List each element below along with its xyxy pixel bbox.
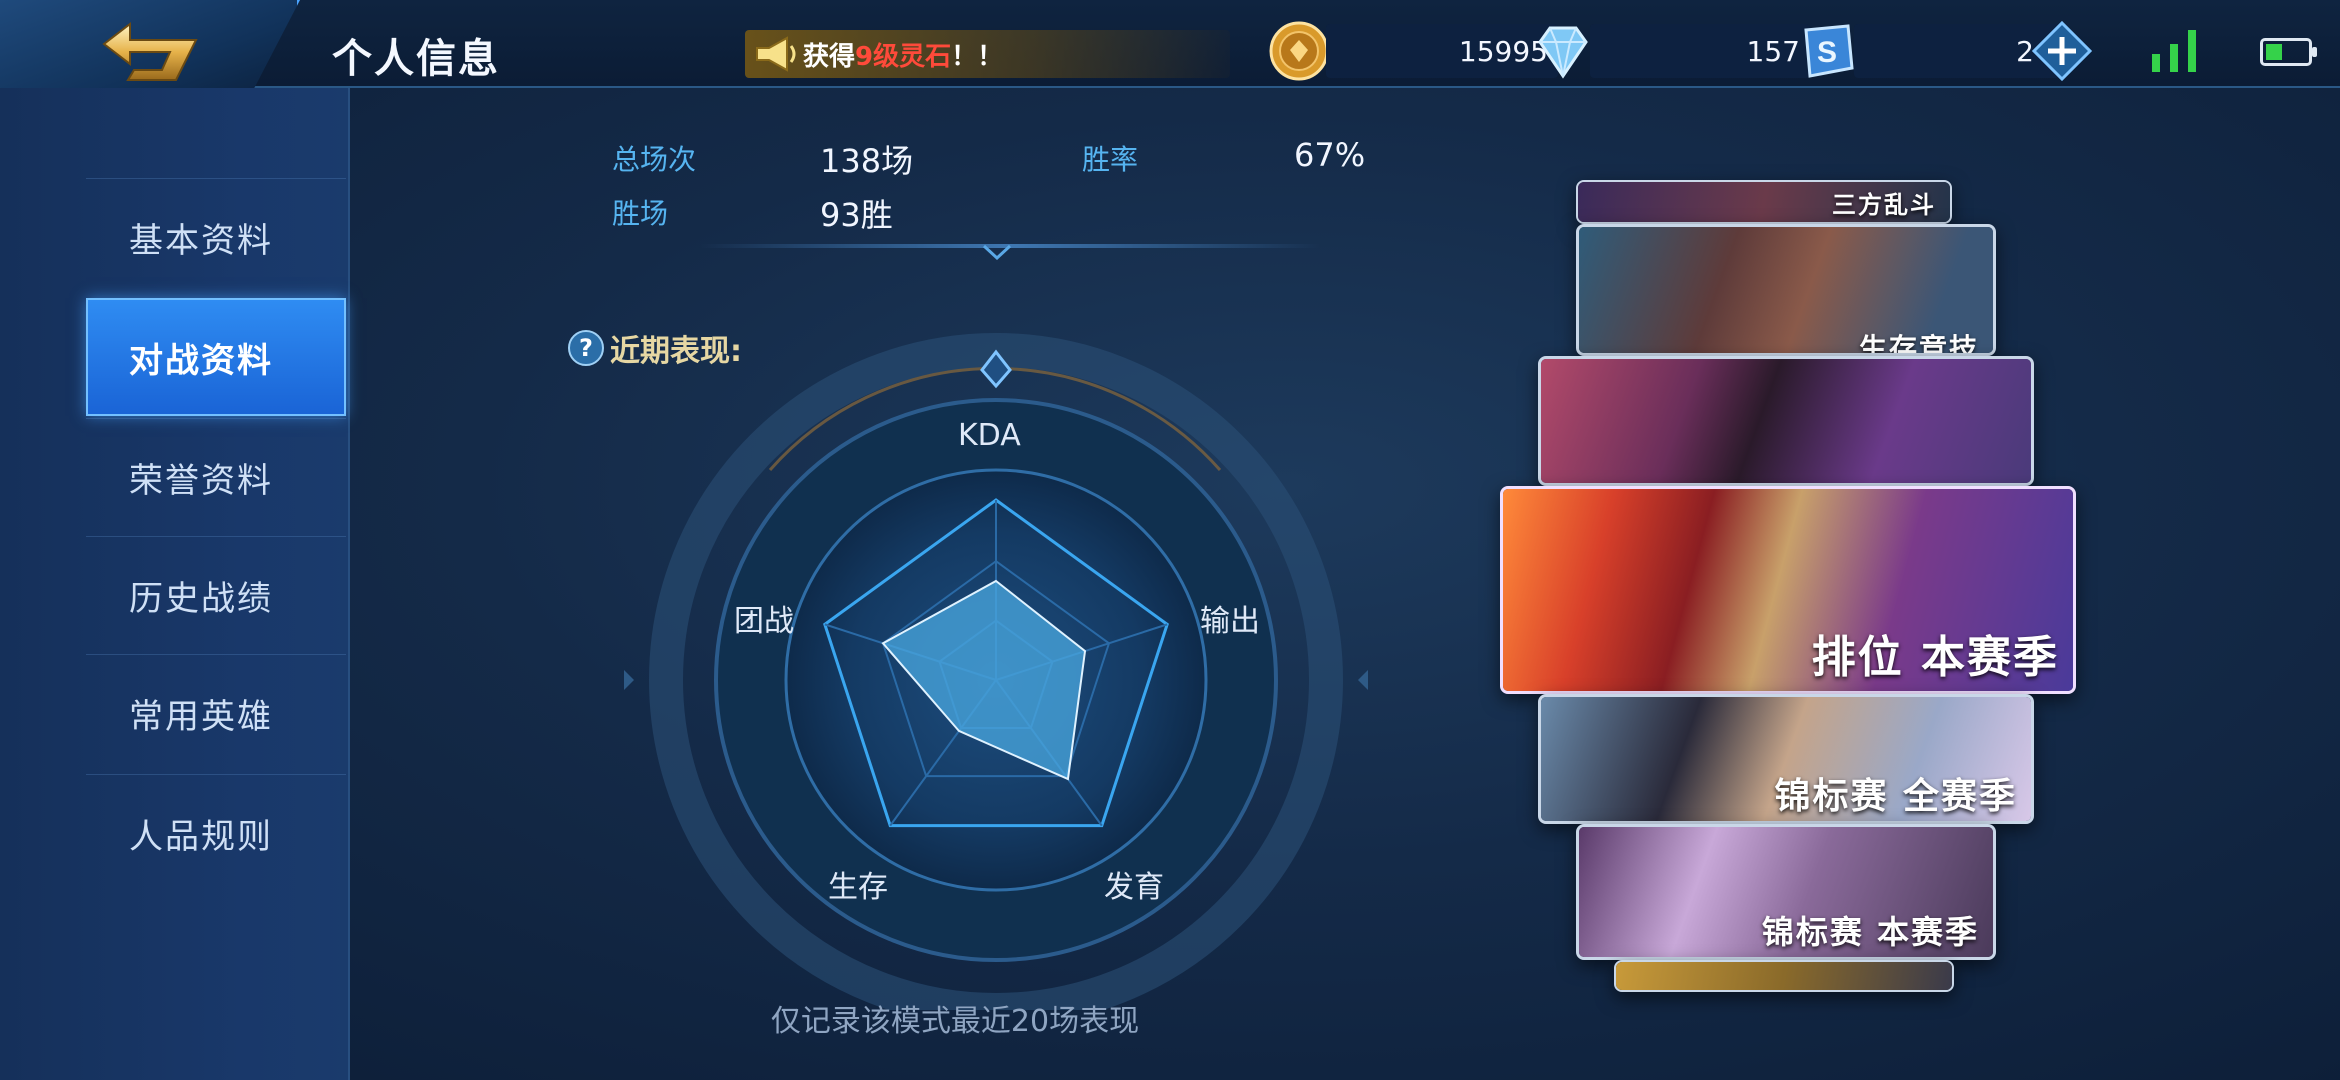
notice-banner[interactable]: 获得 9级灵石 ！！ <box>745 30 1230 78</box>
sidebar-item-label: 常用英雄 <box>129 697 273 737</box>
sidebar-item-label: 荣誉资料 <box>129 461 273 501</box>
page-title: 个人信息 <box>332 36 500 82</box>
notice-text-highlight: 9级灵石 <box>855 41 952 72</box>
wins-value: 93胜 <box>820 196 893 234</box>
total-matches-label: 总场次 <box>612 143 697 176</box>
sidebar-item-label: 历史战绩 <box>129 579 273 619</box>
wins-label: 胜场 <box>612 197 669 230</box>
svg-text:S: S <box>1817 36 1837 69</box>
mode-card-label: 三方乱斗 <box>1832 191 1936 219</box>
notice-text-after: ！！ <box>951 41 1004 72</box>
sidebar-item-battle-info[interactable]: 对战资料 <box>86 298 346 416</box>
gold-currency: 15995 <box>1268 21 1558 81</box>
radar-label-teamfight: 团战 <box>734 604 794 639</box>
mode-card-3[interactable] <box>1538 356 2034 486</box>
total-matches-value: 138场 <box>820 142 914 180</box>
sidebar-item-label: 基本资料 <box>129 221 273 261</box>
chevron-left-icon[interactable] <box>624 670 634 690</box>
radar-label-kda: KDA <box>958 418 1021 453</box>
radar-label-growth: 发育 <box>1104 870 1164 905</box>
radar-label-survival: 生存 <box>828 870 888 905</box>
sidebar-item-credit-rules[interactable]: 人品规则 <box>86 774 346 892</box>
coupon-amount: 2 <box>1854 24 2060 78</box>
mode-card-label: 生存竞技 <box>1858 332 1979 356</box>
top-bar: 个人信息 获得 9级灵石 ！！ 15995 157 S 2 <box>0 0 2340 104</box>
diamond-icon <box>1538 26 1588 79</box>
sidebar-item-common-heroes[interactable]: 常用英雄 <box>86 654 346 772</box>
sidebar-item-basic-info[interactable]: 基本资料 <box>86 178 346 296</box>
mode-card-brawl[interactable]: 三方乱斗 <box>1576 180 1952 224</box>
mode-card-survival[interactable]: 生存竞技 <box>1576 224 1996 356</box>
sidebar-item-label: 人品规则 <box>129 817 273 857</box>
sidebar-item-match-history[interactable]: 历史战绩 <box>86 536 346 654</box>
mode-card-tournament-all[interactable]: 锦标赛 全赛季 <box>1538 694 2034 824</box>
sidebar-item-label: 对战资料 <box>129 340 273 381</box>
diamond-currency: 157 <box>1532 22 1810 80</box>
winrate-label: 胜率 <box>1082 143 1139 176</box>
coupon-currency: S 2 <box>1796 21 2092 81</box>
mode-card-label: 锦标赛 本赛季 <box>1761 913 1979 951</box>
diamond-amount: 157 <box>1590 24 1810 78</box>
recent-footnote: 仅记录该模式最近20场表现 <box>770 1004 1140 1039</box>
chevron-down-icon <box>982 244 1012 260</box>
mode-card-tournament-season[interactable]: 锦标赛 本赛季 <box>1576 824 1996 960</box>
gold-coin-icon <box>1269 21 1329 81</box>
mode-card-label: 锦标赛 全赛季 <box>1774 776 2017 817</box>
mode-card-ranked-season[interactable]: 排位 本赛季 <box>1500 486 2076 694</box>
sidebar-item-honor-info[interactable]: 荣誉资料 <box>86 418 346 536</box>
gold-amount: 15995 <box>1326 24 1558 78</box>
back-arrow-icon <box>102 21 198 81</box>
winrate-value: 67% <box>1294 136 1366 174</box>
mode-card-7[interactable] <box>1614 960 1954 992</box>
help-icon[interactable]: ? <box>568 330 604 366</box>
add-icon[interactable] <box>2032 21 2092 81</box>
battery-icon <box>2260 38 2317 66</box>
notice-text-before: 获得 <box>803 41 856 72</box>
mode-card-carousel[interactable]: 三方乱斗 生存竞技 排位 本赛季 锦标赛 全赛季 锦标赛 本赛季 <box>1490 180 2090 1000</box>
megaphone-icon <box>756 36 796 72</box>
signal-icon <box>2152 30 2196 72</box>
radar-label-damage: 输出 <box>1200 604 1260 639</box>
mode-card-label: 排位 本赛季 <box>1811 632 2059 683</box>
s-coupon-icon: S <box>1804 24 1854 78</box>
chevron-right-icon[interactable] <box>1358 670 1368 690</box>
sidebar: 基本资料 对战资料 荣誉资料 历史战绩 常用英雄 人品规则 <box>0 88 350 1080</box>
